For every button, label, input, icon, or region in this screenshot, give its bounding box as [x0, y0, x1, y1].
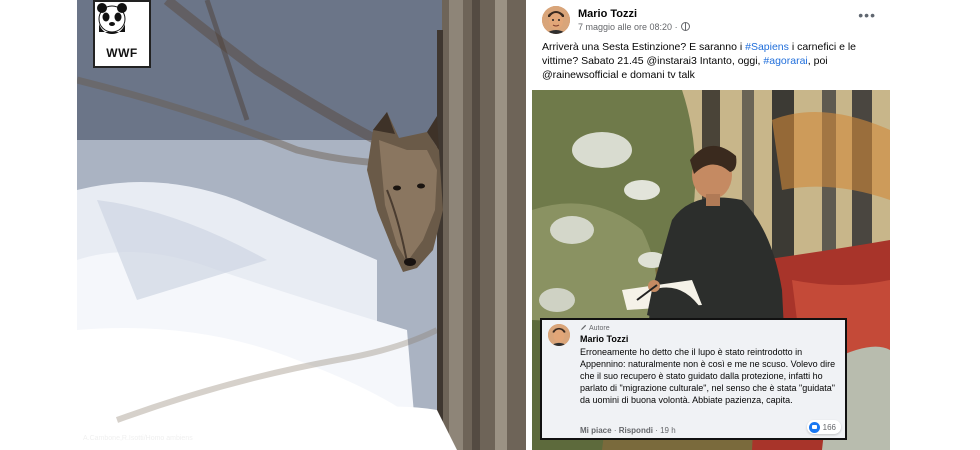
author-badge-text: Autore	[589, 325, 610, 332]
wwf-logo-text: WWF	[106, 46, 138, 60]
reply-comment-button[interactable]: Rispondi	[619, 426, 653, 435]
panda-logo	[97, 3, 127, 34]
wwf-logo: WWF	[93, 0, 151, 68]
post-header: Mario Tozzi 7 maggio alle ore 08:20 · ••…	[542, 6, 880, 36]
post-text: Arriverà una Sesta Estinzione? E saranno…	[542, 40, 882, 82]
author-badge: Autore	[580, 324, 610, 332]
reaction-count-badge[interactable]: 166	[806, 420, 841, 434]
comment-time[interactable]: 19 h	[660, 426, 676, 435]
hashtag-agorarai-link[interactable]: #agorarai	[763, 55, 807, 67]
person-avatar-icon	[542, 6, 570, 34]
comment-text: Erroneamente ho detto che il lupo è stat…	[580, 347, 836, 405]
post-text-part: Arriverà una Sesta Estinzione? E saranno…	[542, 41, 746, 53]
date-separator: ·	[674, 22, 678, 32]
globe-icon	[680, 22, 690, 31]
action-separator: ·	[655, 426, 658, 435]
photo-credit: A.Cambone,R.Isotti/Homo ambiens	[83, 435, 193, 442]
action-separator: ·	[613, 426, 617, 435]
more-options-icon[interactable]: •••	[858, 8, 876, 22]
author-comment: Autore Mario Tozzi Erroneamente ho detto…	[540, 318, 847, 440]
author-avatar[interactable]	[542, 6, 570, 34]
post-date-text[interactable]: 7 maggio alle ore 08:20	[578, 22, 672, 32]
hashtag-sapiens-link[interactable]: #Sapiens	[745, 41, 789, 53]
comment-actions: Mi piace · Rispondi · 19 h	[580, 426, 676, 435]
wolf-photo: WWF A.Cambone,R.Isotti/Homo ambiens	[77, 0, 526, 450]
reaction-count: 166	[822, 422, 836, 432]
comment-author-avatar[interactable]	[548, 324, 570, 346]
author-name[interactable]: Mario Tozzi	[578, 8, 637, 20]
person-avatar-icon	[548, 324, 570, 346]
post-date[interactable]: 7 maggio alle ore 08:20 ·	[578, 22, 690, 32]
like-icon	[808, 421, 820, 433]
like-comment-button[interactable]: Mi piace	[580, 426, 612, 435]
comment-author-name[interactable]: Mario Tozzi	[580, 334, 628, 344]
screenshot-root: WWF A.Cambone,R.Isotti/Homo ambiens Mari…	[0, 0, 980, 450]
pencil-icon	[580, 324, 587, 331]
